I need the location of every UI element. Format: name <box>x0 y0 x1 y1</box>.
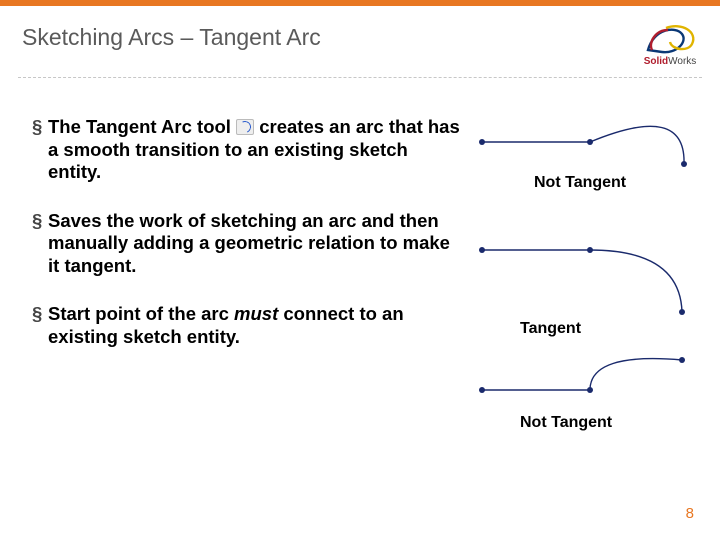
arc-illustrations <box>460 102 700 462</box>
bullet-3-emph: must <box>234 303 278 324</box>
brand-logo: SolidWorks <box>642 20 698 67</box>
page-number: 8 <box>686 505 694 522</box>
label-not-tangent-bottom: Not Tangent <box>520 414 612 432</box>
bullet-3-pre: Start point of the arc <box>48 303 234 324</box>
brand-works: Works <box>668 56 696 67</box>
bullet-1-pre: The Tangent Arc tool <box>48 116 236 137</box>
bullet-1: The Tangent Arc tool creates an arc that… <box>32 116 462 184</box>
bullet-2: Saves the work of sketching an arc and t… <box>32 210 462 278</box>
brand-solid: Solid <box>644 56 668 67</box>
brand-wordmark: SolidWorks <box>644 56 697 67</box>
slide-title: Sketching Arcs – Tangent Arc <box>22 24 321 51</box>
bullet-3: Start point of the arc must connect to a… <box>32 303 462 348</box>
label-tangent: Tangent <box>520 320 581 338</box>
header: Sketching Arcs – Tangent Arc SolidWorks <box>0 6 720 77</box>
bullet-list: The Tangent Arc tool creates an arc that… <box>32 116 462 476</box>
tangent-arc-tool-icon <box>236 119 254 135</box>
content-area: The Tangent Arc tool creates an arc that… <box>0 78 720 476</box>
ds-logo-icon <box>642 20 698 58</box>
figure-column: Not Tangent Tangent Not Tangent <box>462 116 692 476</box>
label-not-tangent-top: Not Tangent <box>534 174 626 192</box>
